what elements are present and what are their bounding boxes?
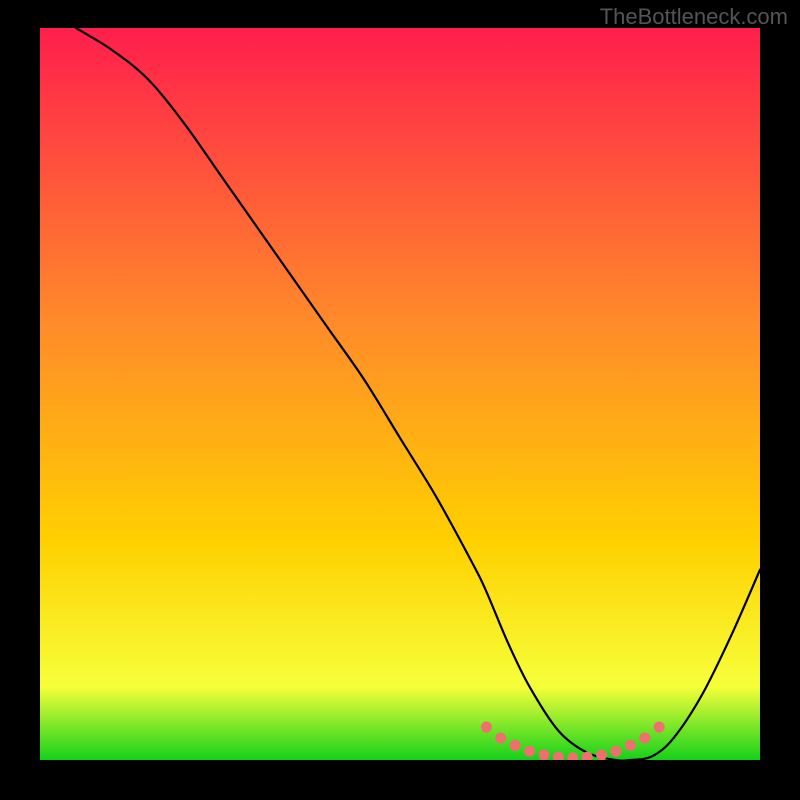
optimum-marker <box>481 722 492 733</box>
optimum-marker <box>625 740 636 751</box>
gradient-background <box>40 28 760 760</box>
optimum-marker <box>510 740 521 751</box>
optimum-marker <box>654 722 665 733</box>
watermark: TheBottleneck.com <box>600 4 788 30</box>
optimum-marker <box>495 733 506 744</box>
chart-plot-area <box>40 28 760 760</box>
optimum-marker <box>596 749 607 760</box>
optimum-marker <box>611 746 622 757</box>
optimum-marker <box>639 733 650 744</box>
optimum-marker <box>539 749 550 760</box>
optimum-marker <box>524 746 535 757</box>
chart-svg <box>40 28 760 760</box>
